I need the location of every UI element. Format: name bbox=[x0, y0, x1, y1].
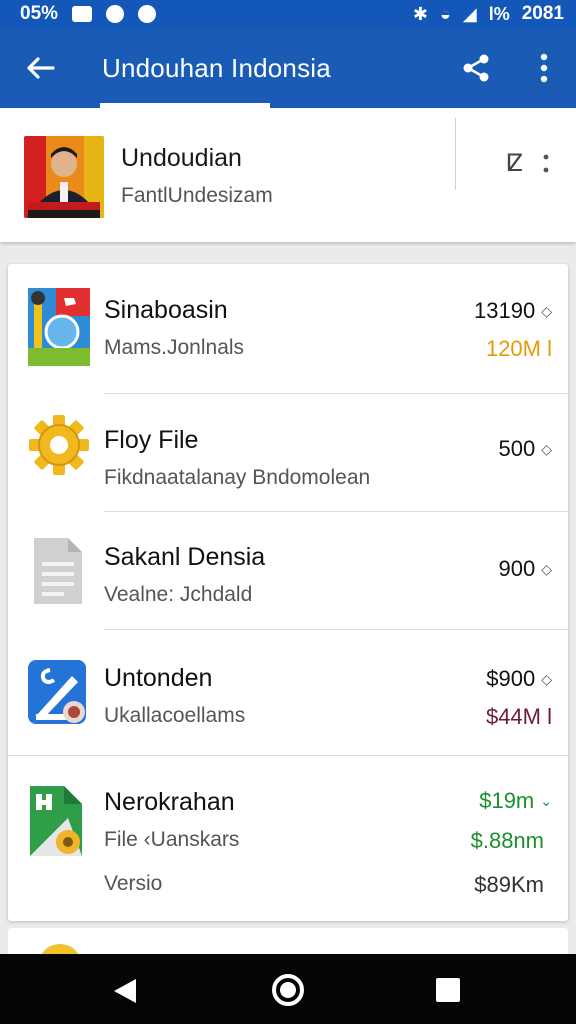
profile-divider bbox=[455, 118, 456, 190]
app-icon bbox=[138, 5, 157, 23]
list-item-subtitle: Ukallacoellams bbox=[104, 704, 246, 727]
list-item-version-value: $89Km bbox=[474, 872, 544, 897]
share-button[interactable] bbox=[452, 44, 500, 92]
list-item-size: $.88nm bbox=[470, 828, 544, 853]
list-item[interactable]: Sakanl Densia Vealne: Jchdald 900 ◇ bbox=[8, 512, 568, 630]
list-item-version-label: Versio bbox=[104, 872, 163, 895]
notification-icon bbox=[72, 6, 93, 22]
list-item[interactable]: Floy File Fikdnaatalanay Bndomolean 500 … bbox=[8, 394, 568, 512]
list-item-value: $19m ⌄ bbox=[479, 788, 552, 814]
arrow-left-icon bbox=[27, 57, 55, 79]
chevron-icon[interactable]: ◇ bbox=[541, 441, 552, 458]
wifi-icon: ◒ bbox=[439, 3, 451, 24]
refresh-icon[interactable]: ⵇ bbox=[500, 148, 530, 178]
chevron-icon[interactable]: ◇ bbox=[541, 303, 552, 320]
file-list: Sinaboasin Mams.Jonlnals 13190 ◇ 120M l bbox=[8, 264, 568, 921]
clock: 2081 bbox=[521, 3, 564, 24]
list-item-title: Nerokrahan bbox=[104, 788, 235, 816]
nav-back-icon[interactable] bbox=[110, 976, 140, 1006]
system-nav-bar bbox=[0, 954, 576, 1024]
nav-recents-icon[interactable] bbox=[436, 978, 460, 1002]
list-item-subtitle: Vealne: Jchdald bbox=[104, 583, 253, 606]
list-item-subtitle: Mams.Jonlnals bbox=[104, 336, 245, 359]
list-item-size: $44M l bbox=[485, 704, 552, 729]
chevron-icon[interactable]: ◇ bbox=[541, 671, 552, 688]
chevron-icon[interactable]: ◇ bbox=[541, 561, 552, 578]
profile-name: Undoudian bbox=[121, 144, 242, 172]
list-item-count: 900 bbox=[498, 556, 536, 581]
gear-icon bbox=[28, 412, 90, 478]
chevron-icon[interactable]: ⌄ bbox=[540, 793, 552, 810]
list-item-value: $900 ◇ bbox=[486, 666, 552, 692]
battery-text: l% bbox=[488, 3, 510, 24]
bluetooth-icon: ✱ bbox=[412, 3, 428, 24]
status-text-left: 05% bbox=[20, 3, 59, 24]
list-item-subtitle: Fikdnaatalanay Bndomolean bbox=[104, 466, 371, 489]
overflow-menu-button[interactable] bbox=[524, 44, 564, 92]
list-item-subtitle: File ‹Uanskars bbox=[104, 828, 240, 851]
list-item-value: 13190 ◇ bbox=[474, 298, 552, 324]
list-item-title: Floy File bbox=[104, 426, 199, 454]
list-item[interactable]: Nerokrahan File ‹Uanskars Versio $19m ⌄ … bbox=[8, 756, 568, 918]
profile-card[interactable]: Undoudian FantlUndesizam ⵇ bbox=[0, 108, 576, 242]
nav-home-icon[interactable] bbox=[272, 974, 304, 1006]
list-item-value: 500 ◇ bbox=[499, 436, 553, 462]
list-item-count: $900 bbox=[486, 666, 536, 691]
page-title: Undouhan Indonsia bbox=[102, 52, 331, 83]
blue-app-icon bbox=[28, 660, 90, 728]
chat-icon bbox=[106, 5, 125, 23]
app-bar: Undouhan Indonsia bbox=[0, 28, 576, 108]
list-item[interactable]: Sinaboasin Mams.Jonlnals 13190 ◇ 120M l bbox=[8, 264, 568, 394]
list-item-size: 120M l bbox=[485, 336, 552, 361]
share-icon bbox=[463, 54, 489, 82]
list-item-title: Untonden bbox=[104, 664, 213, 692]
profile-more-button[interactable] bbox=[536, 150, 556, 178]
list-item-title: Sinaboasin bbox=[104, 296, 228, 324]
back-button[interactable] bbox=[0, 28, 80, 108]
list-item-value: 900 ◇ bbox=[499, 556, 553, 582]
list-item-title: Sakanl Densia bbox=[104, 543, 266, 571]
avatar bbox=[24, 136, 104, 218]
list-item-count: 13190 bbox=[474, 298, 536, 323]
list-item-count: $19m bbox=[479, 788, 535, 813]
more-vert-icon bbox=[540, 53, 548, 83]
list-item-count: 500 bbox=[498, 436, 536, 461]
flag-badge-icon bbox=[28, 288, 90, 366]
list-item[interactable]: Untonden Ukallacoellams $900 ◇ $44M l bbox=[8, 630, 568, 756]
status-bar: 05% ✱ ◒ ◢ l% 2081 bbox=[0, 0, 576, 28]
more-vert-icon bbox=[543, 154, 549, 173]
signal-icon: ◢ bbox=[462, 3, 477, 24]
profile-subtitle: FantlUndesizam bbox=[121, 184, 273, 207]
document-icon bbox=[32, 536, 84, 606]
green-file-icon bbox=[28, 784, 90, 864]
